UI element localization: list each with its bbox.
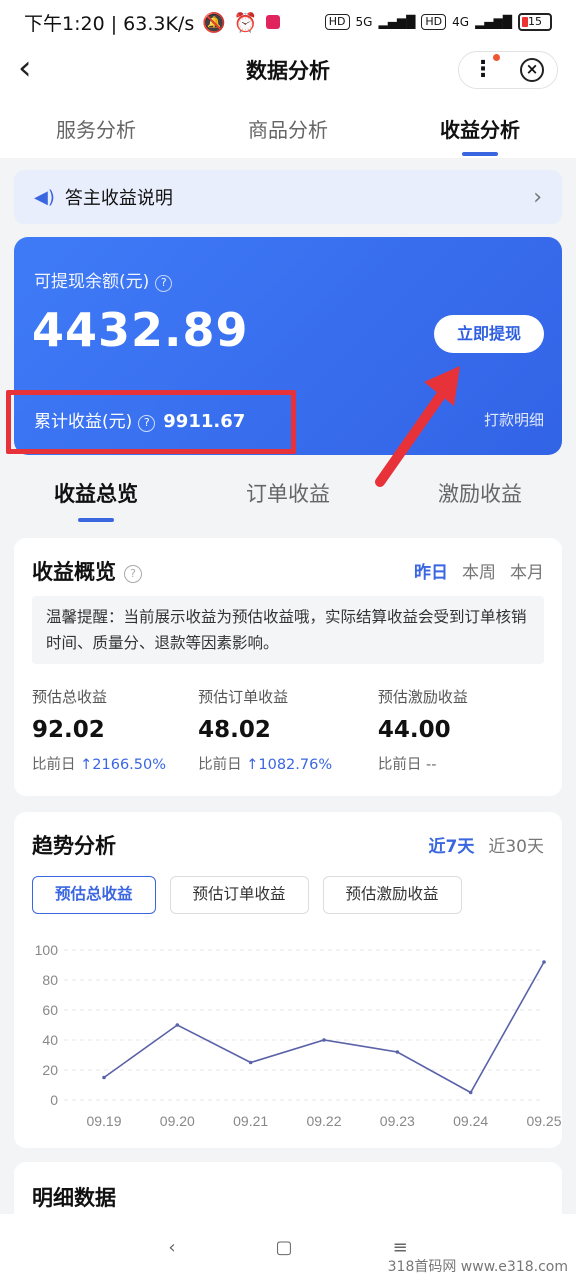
period-yesterday[interactable]: 昨日	[414, 558, 448, 583]
more-menu-icon[interactable]: ⋮	[472, 54, 500, 81]
balance-label: 可提现余额(元)	[34, 272, 150, 292]
nav-home-icon[interactable]: ▢	[276, 1237, 293, 1258]
tab-incentive-earnings[interactable]: 激励收益	[384, 462, 576, 526]
metric-total: 预估总收益 92.02 比前日 ↑2166.50%	[32, 686, 198, 774]
revenue-notice-bar[interactable]: ◀) 答主收益说明 ›	[14, 170, 562, 224]
x-tick-label: 09.20	[160, 1113, 195, 1129]
metric-value: 92.02	[32, 717, 105, 743]
tab-order-earnings[interactable]: 订单收益	[192, 462, 384, 526]
period-this-week[interactable]: 本周	[462, 558, 496, 583]
reminder-tip: 温馨提醒：当前展示收益为预估收益哦，实际结算收益会受到订单核销时间、质量分、退款…	[32, 596, 544, 664]
data-point	[395, 1050, 400, 1054]
balance-label-row: 可提现余额(元)?	[34, 267, 173, 292]
metric-label: 预估总收益	[32, 688, 108, 706]
speaker-icon: ◀)	[34, 186, 55, 208]
nav-back-icon[interactable]: ‹	[168, 1237, 175, 1258]
signal-bars-icon: ▂▄▆█	[378, 15, 416, 29]
data-point	[322, 1038, 326, 1042]
y-tick-label: 40	[42, 1032, 58, 1048]
overview-title: 收益概览	[32, 560, 116, 584]
withdraw-button[interactable]: 立即提现	[434, 315, 544, 353]
tab-earnings-overview[interactable]: 收益总览	[0, 462, 192, 526]
data-point	[468, 1090, 473, 1095]
app-badge-icon	[265, 15, 280, 29]
overview-title-row: 收益概览?	[32, 556, 142, 586]
back-icon[interactable]: ‹	[18, 51, 52, 88]
notice-text: 答主收益说明	[64, 188, 173, 209]
trend-analysis-card: 趋势分析 近7天 近30天 预估总收益 预估订单收益 预估激励收益 0 20 40 6…	[14, 812, 562, 1148]
chip-incentive-earnings[interactable]: 预估激励收益	[322, 876, 462, 914]
mini-program-capsule: ⋮ ×	[458, 51, 558, 89]
red-highlight-box	[6, 390, 296, 454]
trend-title: 趋势分析	[32, 834, 116, 858]
signal-4g-icon: 4G	[452, 15, 470, 29]
metric-compare: 比前日 ↑2166.50%	[32, 757, 167, 773]
x-tick-label: 09.23	[380, 1113, 415, 1129]
range-7-days[interactable]: 近7天	[429, 832, 475, 857]
period-this-month[interactable]: 本月	[510, 558, 544, 583]
metric-compare: 比前日 --	[377, 757, 437, 773]
data-point	[175, 1023, 180, 1027]
range-30-days[interactable]: 近30天	[488, 832, 544, 857]
series-line	[103, 961, 545, 1094]
earnings-sub-tabs: 收益总览 订单收益 激励收益	[0, 462, 576, 526]
help-icon[interactable]: ?	[155, 275, 173, 292]
trend-line-chart: 0 20 40 60 80 100 09.19 09.20 09.21 09.22 09.23 09.…	[35, 942, 562, 1129]
alarm-icon: ⏰	[233, 11, 258, 34]
metric-chips: 预估总收益 预估订单收益 预估激励收益	[32, 876, 462, 914]
metric-label: 预估激励收益	[377, 688, 468, 706]
metric-label: 预估订单收益	[198, 688, 289, 706]
data-point	[542, 960, 546, 964]
period-selector: 昨日 本周 本月	[414, 558, 544, 583]
top-tabs: 服务分析 商品分析 收益分析	[0, 96, 576, 158]
watermark: 318首码网 www.e318.com	[387, 1259, 568, 1275]
y-tick-label: 60	[42, 1002, 58, 1018]
data-point	[248, 1060, 253, 1065]
status-bar: 下午1:20 | 63.3K/s 🔕 ⏰ HD 5G ▂▄▆█ HD 4G ▂▄…	[0, 0, 576, 44]
metric-compare: 比前日 ↑1082.76%	[198, 757, 333, 773]
payment-detail-link[interactable]: 打款明细	[484, 409, 544, 430]
y-tick-label: 0	[50, 1092, 58, 1108]
tab-product-analysis[interactable]: 商品分析	[192, 96, 384, 158]
x-tick-label: 09.25	[526, 1113, 561, 1129]
battery-icon: 15	[518, 13, 552, 31]
x-tick-label: 09.19	[86, 1113, 121, 1129]
chip-order-earnings[interactable]: 预估订单收益	[169, 876, 309, 914]
y-tick-label: 80	[42, 972, 58, 988]
hd-badge: HD	[324, 14, 350, 30]
metrics-row: 预估总收益 92.02 比前日 ↑2166.50% 预估订单收益 48.02 比…	[32, 686, 544, 774]
chip-total-earnings[interactable]: 预估总收益	[32, 876, 156, 914]
balance-amount: 4432.89	[32, 303, 249, 357]
range-selector: 近7天 近30天	[429, 832, 544, 857]
x-tick-label: 09.21	[233, 1113, 268, 1129]
arrow-up-icon: ↑	[246, 757, 259, 773]
nav-menu-icon[interactable]: ≡	[393, 1237, 408, 1258]
page-title: 数据分析	[246, 59, 330, 83]
chevron-right-icon: ›	[533, 184, 542, 210]
close-icon[interactable]: ×	[520, 58, 544, 82]
metric-value: 48.02	[198, 717, 271, 743]
x-tick-label: 09.22	[306, 1113, 341, 1129]
y-tick-label: 20	[42, 1062, 58, 1078]
nav-bar: ‹ 数据分析 ⋮ ×	[0, 44, 576, 96]
signal-bars-icon-2: ▂▄▆█	[475, 15, 512, 29]
status-time: 下午1:20 | 63.3K/s	[24, 12, 195, 35]
data-point	[102, 1075, 106, 1080]
signal-5g-icon: 5G	[355, 15, 373, 29]
mute-bell-icon: 🔕	[202, 11, 226, 34]
tab-revenue-analysis[interactable]: 收益分析	[384, 96, 576, 158]
tab-service-analysis[interactable]: 服务分析	[0, 96, 192, 158]
arrow-up-icon: ↑	[80, 757, 93, 773]
metric-order: 预估订单收益 48.02 比前日 ↑1082.76%	[198, 686, 378, 774]
earnings-overview-card: 收益概览? 昨日 本周 本月 温馨提醒：当前展示收益为预估收益哦，实际结算收益会…	[14, 538, 562, 796]
metric-value: 44.00	[377, 717, 451, 743]
notification-dot	[493, 54, 500, 61]
x-tick-label: 09.24	[453, 1113, 488, 1129]
detail-title: 明细数据	[32, 1186, 116, 1210]
hd-badge-2: HD	[421, 14, 447, 30]
y-tick-label: 100	[35, 942, 59, 958]
metric-incentive: 预估激励收益 44.00 比前日 --	[378, 686, 544, 774]
help-icon-3[interactable]: ?	[124, 565, 142, 583]
